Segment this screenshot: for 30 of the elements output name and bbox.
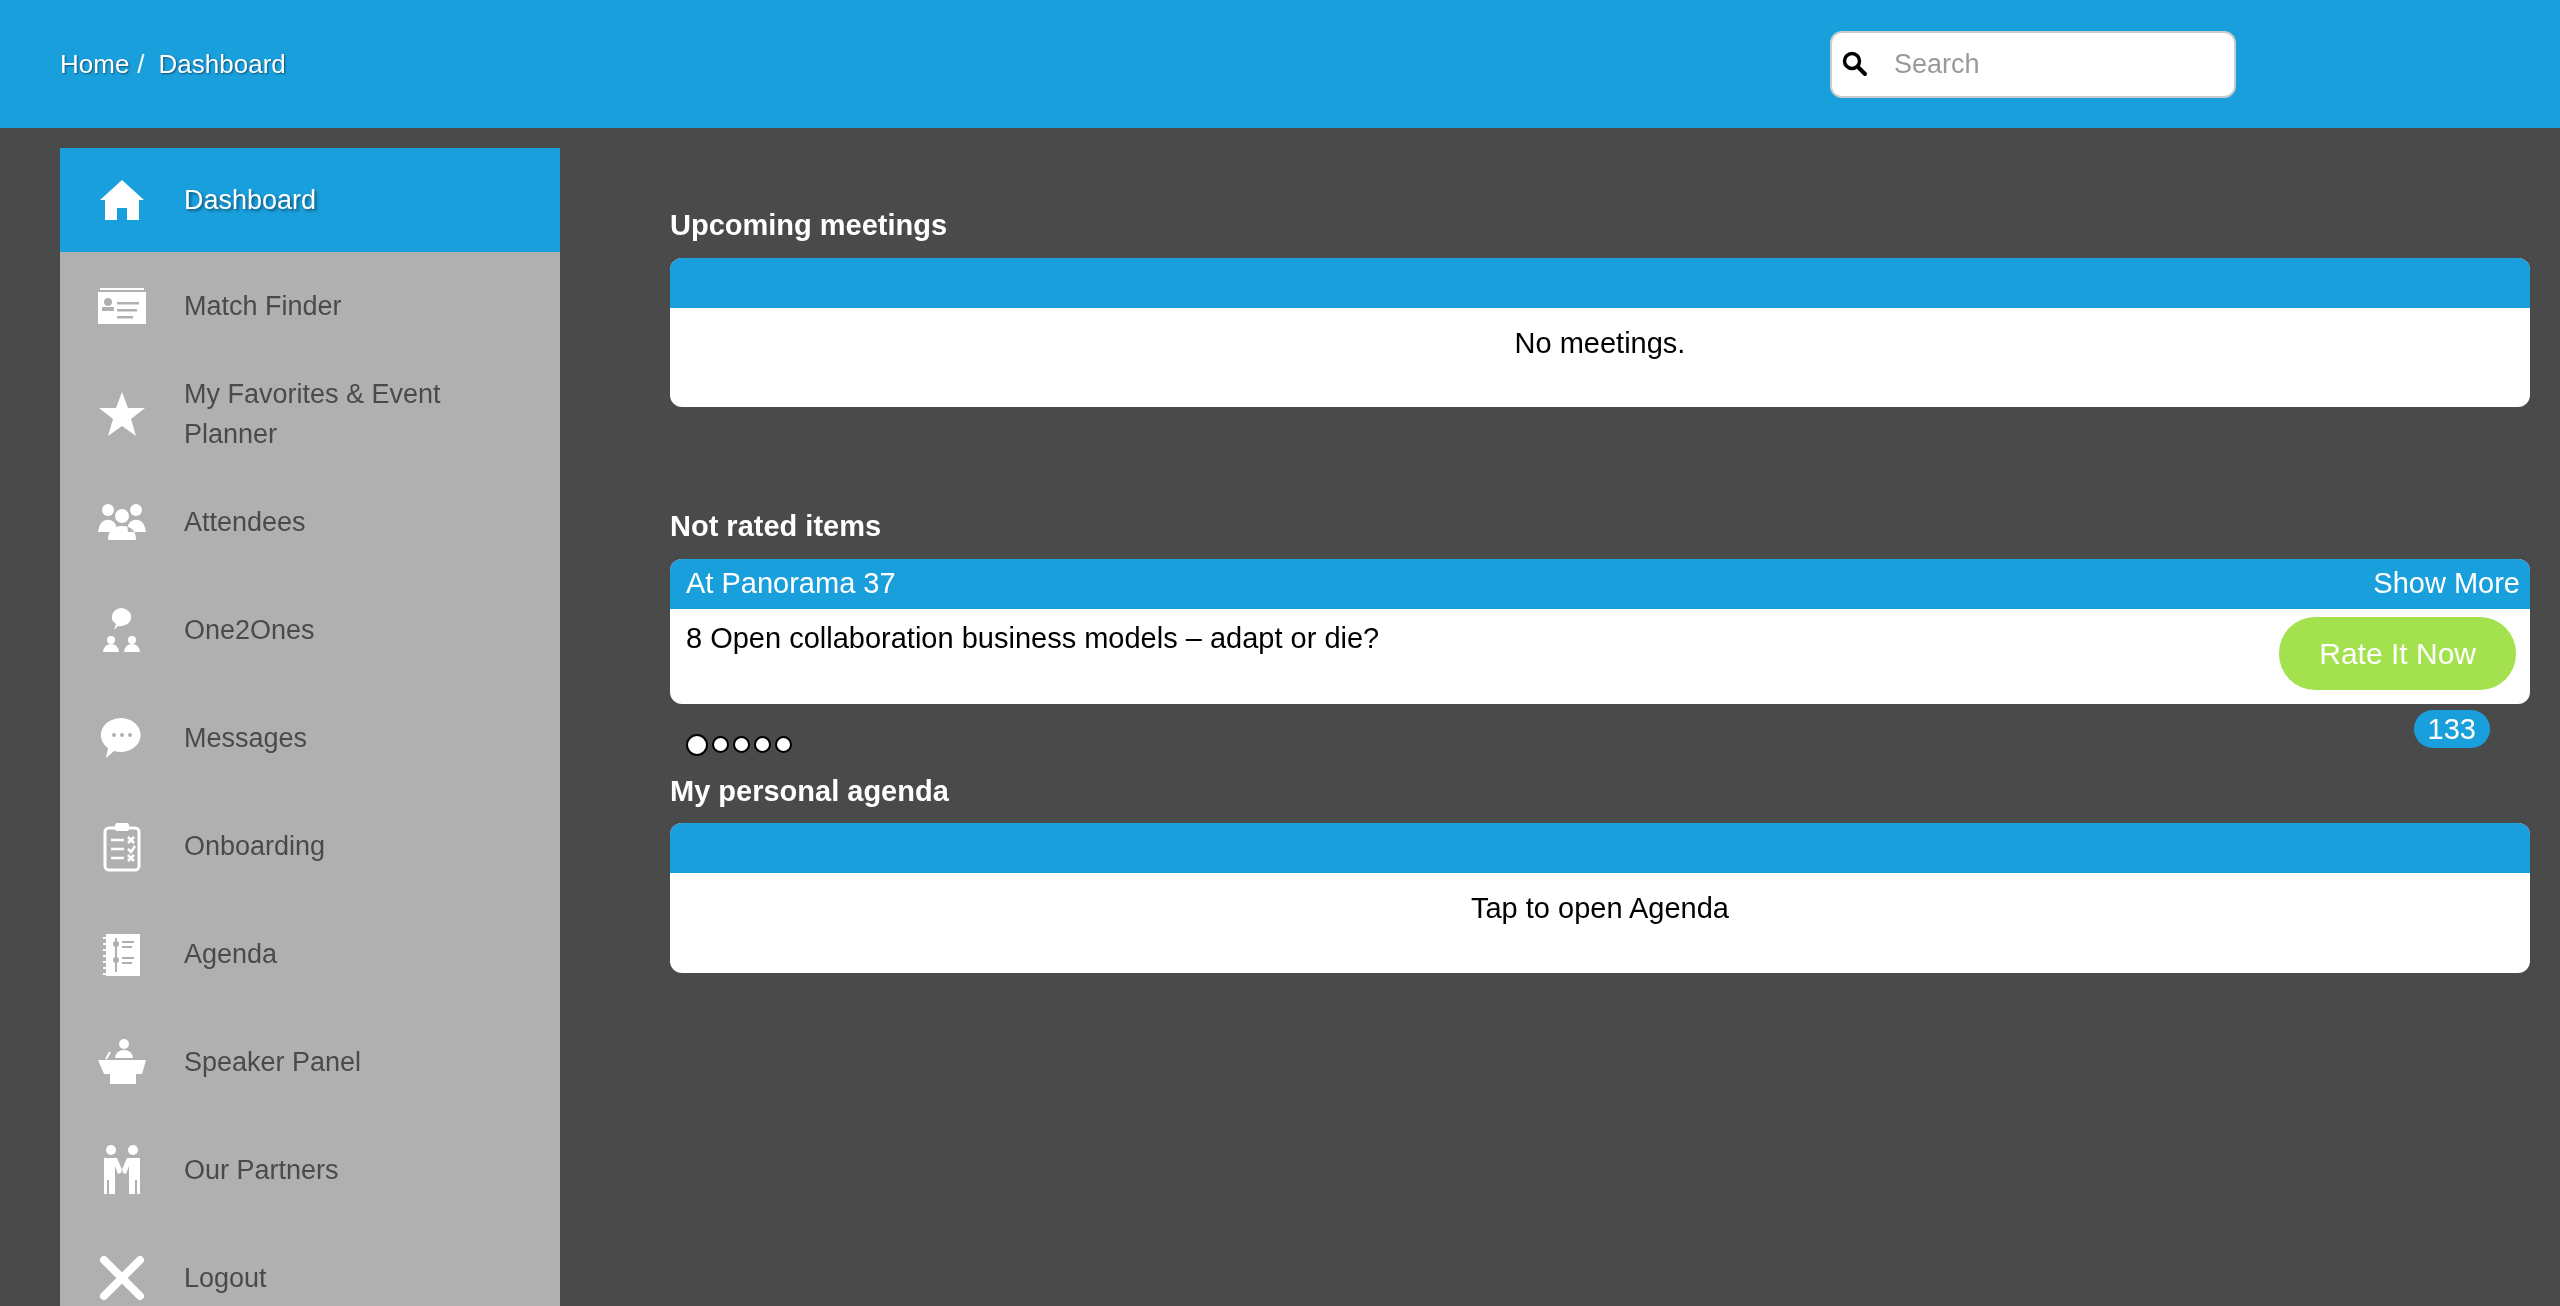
sidebar-item[interactable]: Our Partners — [60, 1116, 560, 1224]
item-title: 8 Open collaboration business models – adapt or die? — [686, 620, 1380, 656]
sidebar-item[interactable]: Agenda — [60, 900, 560, 1008]
search-field[interactable]: Search — [1830, 30, 2236, 98]
breadcrumb-separator: / — [137, 47, 145, 81]
message-text: Tap to open Agenda — [1470, 891, 1730, 926]
section-heading: Not rated items — [670, 509, 883, 544]
sidebar-item[interactable]: Onboarding — [60, 792, 560, 900]
sidebar-item[interactable]: Speaker Panel — [60, 1008, 560, 1116]
location-text: At Panorama 37 — [686, 565, 896, 601]
pager-dot[interactable] — [775, 736, 792, 753]
sidebar-item[interactable]: Match Finder — [60, 252, 560, 360]
pager-dot[interactable] — [754, 736, 771, 753]
pager-dot[interactable] — [733, 736, 750, 753]
pager-dot[interactable] — [686, 733, 708, 756]
count-badge: 133 — [2413, 709, 2490, 748]
sidebar-item[interactable]: Attendees — [60, 468, 560, 576]
breadcrumb-link[interactable]: Dashboard — [158, 44, 286, 84]
section-heading: Upcoming meetings — [670, 208, 949, 243]
sidebar-item[interactable]: Dashboard — [60, 148, 560, 252]
message-text: No meetings. — [1513, 325, 1687, 361]
sidebar-item[interactable]: My Favorites & Event Planner — [60, 360, 560, 468]
search-icon — [1842, 50, 1868, 77]
pager-dot[interactable] — [712, 736, 729, 753]
sidebar-item[interactable]: Logout — [60, 1224, 560, 1306]
section-heading: My personal agenda — [670, 773, 950, 809]
show-more-link[interactable]: Show More — [2373, 561, 2520, 606]
breadcrumb-link[interactable]: Home — [60, 44, 130, 84]
sidebar-item[interactable]: Messages — [60, 684, 560, 792]
sidebar-item[interactable]: One2Ones — [60, 576, 560, 684]
